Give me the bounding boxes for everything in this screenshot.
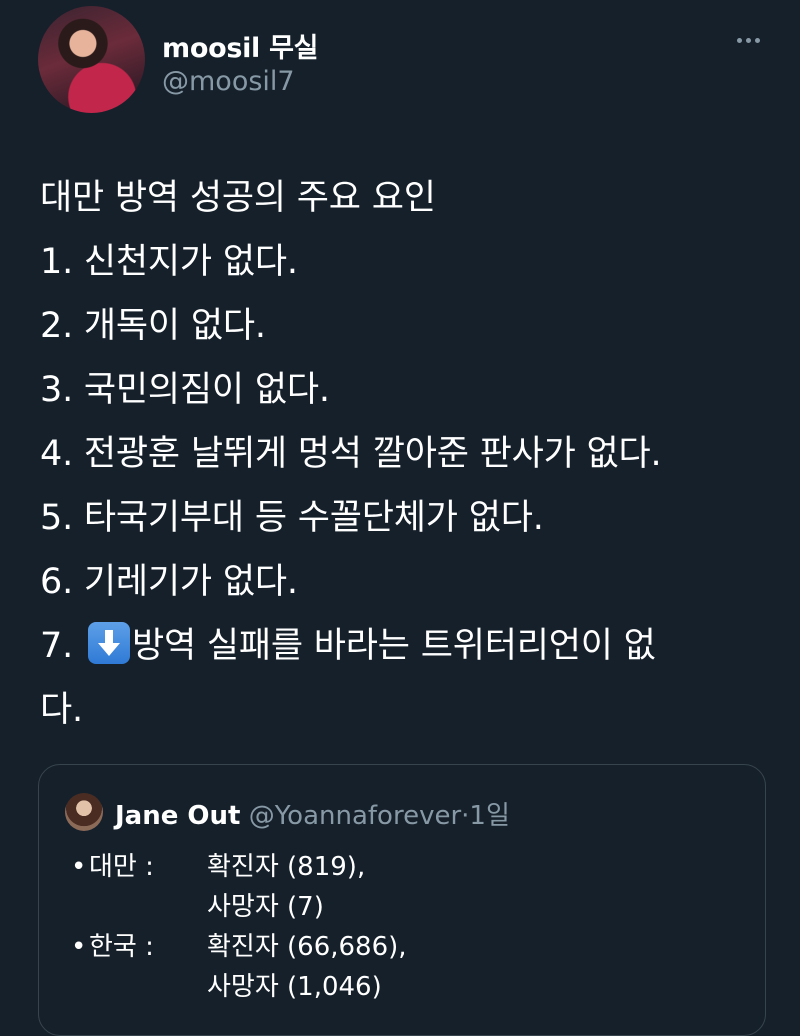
bullet: • bbox=[71, 852, 87, 882]
tweet-line: 5. 타국기부대 등 수꼴단체가 없다. bbox=[40, 498, 544, 538]
quoted-row-label: 한국 : bbox=[89, 932, 154, 962]
quoted-author-handle: @Yoannaforever bbox=[248, 801, 462, 831]
tweet-line: 다. bbox=[40, 690, 83, 730]
quoted-author-avatar bbox=[65, 793, 103, 831]
quoted-row-value: 사망자 (7) bbox=[207, 892, 324, 922]
tweet-line: 1. 신천지가 없다. bbox=[40, 242, 298, 282]
tweet-line-prefix: 7. bbox=[40, 626, 73, 666]
quoted-row-label: 대만 : bbox=[89, 852, 154, 882]
tweet: moosil 무실 @moosil7 대만 방역 성공의 주요 요인 1. 신천… bbox=[0, 0, 800, 1036]
quoted-time: 1일 bbox=[469, 801, 510, 831]
quoted-row-value: 확진자 (66,686), bbox=[207, 932, 407, 962]
quoted-header: Jane Out @Yoannaforever·1일 bbox=[115, 795, 510, 832]
tweet-line: 3. 국민의짐이 없다. bbox=[40, 370, 330, 410]
more-options-icon[interactable] bbox=[730, 24, 766, 56]
author-handle[interactable]: @moosil7 bbox=[162, 66, 295, 97]
tweet-line: 6. 기레기가 없다. bbox=[40, 562, 298, 602]
author-name-row[interactable]: moosil 무실 bbox=[162, 26, 319, 65]
quoted-row-value: 확진자 (819), bbox=[207, 852, 366, 882]
tweet-text: 대만 방역 성공의 주요 요인 1. 신천지가 없다. 2. 개독이 없다. 3… bbox=[40, 166, 780, 742]
tweet-line: 대만 방역 성공의 주요 요인 bbox=[40, 178, 436, 218]
author-avatar[interactable] bbox=[38, 6, 145, 113]
author-display-name[interactable]: moosil 무실 bbox=[162, 26, 319, 65]
tweet-line-rest: 방역 실패를 바라는 트위터리언이 없 bbox=[131, 626, 656, 666]
tweet-line: 4. 전광훈 날뛰게 멍석 깔아준 판사가 없다. bbox=[40, 434, 662, 474]
quoted-row-value: 사망자 (1,046) bbox=[207, 972, 382, 1002]
tweet-line: 2. 개독이 없다. bbox=[40, 306, 266, 346]
bullet: • bbox=[71, 932, 87, 962]
down-arrow-emoji-icon bbox=[87, 622, 130, 664]
tweet-line: 7. 방역 실패를 바라는 트위터리언이 없 bbox=[40, 614, 780, 678]
quoted-author-name: Jane Out bbox=[115, 801, 241, 831]
quoted-tweet[interactable]: Jane Out @Yoannaforever·1일 • 대만 : 확진자 (8… bbox=[38, 764, 766, 1036]
